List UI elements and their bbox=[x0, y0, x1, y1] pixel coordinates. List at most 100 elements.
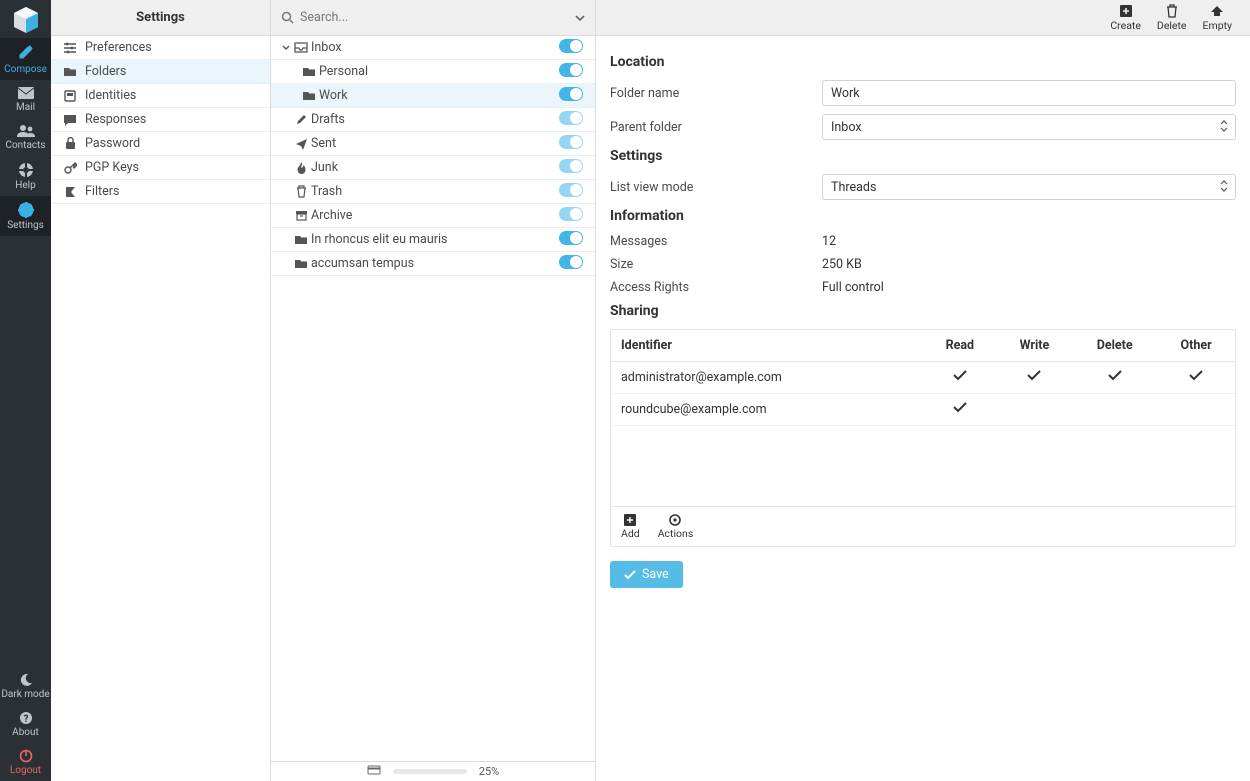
view-mode-select[interactable]: Threads bbox=[822, 174, 1236, 200]
settings-item-icon bbox=[61, 161, 79, 174]
information-heading: Information bbox=[610, 208, 1236, 224]
folder-name-input[interactable] bbox=[822, 80, 1236, 106]
empty-folder-button[interactable]: Empty bbox=[1203, 3, 1232, 32]
settings-item-responses[interactable]: Responses bbox=[51, 108, 270, 132]
search-options-toggle[interactable] bbox=[575, 14, 585, 22]
folder-subscribe-toggle[interactable] bbox=[559, 63, 585, 81]
fire-icon bbox=[291, 161, 311, 174]
perm-delete bbox=[1072, 362, 1157, 394]
sharing-row[interactable]: roundcube@example.com bbox=[611, 394, 1235, 426]
col-other: Other bbox=[1157, 330, 1235, 362]
messages-value: 12 bbox=[822, 234, 1236, 249]
parent-folder-select[interactable]: Inbox bbox=[822, 114, 1236, 140]
messages-label: Messages bbox=[610, 234, 822, 249]
folder-item[interactable]: Sent bbox=[271, 132, 595, 156]
task-contacts-label: Contacts bbox=[5, 140, 45, 151]
perm-other bbox=[1157, 394, 1235, 426]
size-label: Size bbox=[610, 257, 822, 272]
sharing-identifier: roundcube@example.com bbox=[611, 394, 923, 426]
folder-subscribe-toggle[interactable] bbox=[559, 111, 585, 129]
sharing-row[interactable]: administrator@example.com bbox=[611, 362, 1235, 394]
task-menu: Compose Mail Contacts Help Settings Dark… bbox=[0, 0, 51, 781]
task-help[interactable]: Help bbox=[0, 156, 51, 196]
settings-item-pgp-keys[interactable]: PGP Keys bbox=[51, 156, 270, 180]
folder-subscribe-toggle[interactable] bbox=[559, 255, 585, 273]
folder-subscribe-toggle[interactable] bbox=[559, 231, 585, 249]
folder-name: Junk bbox=[311, 160, 559, 175]
folder-item[interactable]: Work bbox=[271, 84, 595, 108]
settings-item-identities[interactable]: Identities bbox=[51, 84, 270, 108]
quota-bar bbox=[393, 769, 467, 774]
empty-icon bbox=[1210, 3, 1224, 19]
folder-expand-toggle[interactable] bbox=[281, 44, 291, 52]
perm-other bbox=[1157, 362, 1235, 394]
folder-name: Sent bbox=[311, 136, 559, 151]
folder-subscribe-toggle[interactable] bbox=[559, 39, 585, 57]
delete-folder-button[interactable]: Delete bbox=[1157, 3, 1187, 32]
settings-item-label: Identities bbox=[85, 88, 136, 103]
folder-icon bbox=[299, 66, 319, 77]
folder-detail: Create Delete Empty Location Folder name… bbox=[596, 0, 1250, 781]
save-button[interactable]: Save bbox=[610, 561, 683, 588]
folder-search-input[interactable] bbox=[300, 10, 575, 25]
settings-item-filters[interactable]: Filters bbox=[51, 180, 270, 204]
folder-item[interactable]: Trash bbox=[271, 180, 595, 204]
folder-item[interactable]: In rhoncus elit eu mauris bbox=[271, 228, 595, 252]
task-settings[interactable]: Settings bbox=[0, 196, 51, 236]
settings-item-password[interactable]: Password bbox=[51, 132, 270, 156]
svg-text:?: ? bbox=[23, 714, 28, 725]
task-mail[interactable]: Mail bbox=[0, 80, 51, 118]
archive-icon bbox=[291, 210, 311, 221]
folder-icon bbox=[299, 90, 319, 101]
gear-icon bbox=[669, 513, 681, 527]
location-heading: Location bbox=[610, 54, 1236, 70]
folder-item[interactable]: Junk bbox=[271, 156, 595, 180]
col-write: Write bbox=[997, 330, 1073, 362]
settings-item-icon bbox=[61, 114, 79, 126]
perm-write bbox=[997, 394, 1073, 426]
folder-subscribe-toggle[interactable] bbox=[559, 135, 585, 153]
create-folder-button[interactable]: Create bbox=[1110, 3, 1141, 32]
plus-icon bbox=[624, 513, 636, 527]
size-value: 250 KB bbox=[822, 257, 1236, 272]
settings-item-label: Filters bbox=[85, 184, 119, 199]
folder-name: accumsan tempus bbox=[311, 256, 559, 271]
task-logout[interactable]: Logout bbox=[0, 743, 51, 781]
task-darkmode[interactable]: Dark mode bbox=[0, 667, 51, 705]
settings-item-preferences[interactable]: Preferences bbox=[51, 36, 270, 60]
rights-value: Full control bbox=[822, 280, 1236, 295]
settings-heading: Settings bbox=[610, 148, 1236, 164]
perm-write bbox=[997, 362, 1073, 394]
task-compose[interactable]: Compose bbox=[0, 38, 51, 80]
perm-read bbox=[923, 394, 997, 426]
pencil-icon bbox=[291, 114, 311, 126]
folder-item[interactable]: Inbox bbox=[271, 36, 595, 60]
folder-list: InboxPersonalWork Drafts Sent Junk TrashArch… bbox=[271, 36, 595, 761]
settings-item-label: Password bbox=[85, 136, 140, 151]
folder-item[interactable]: Personal bbox=[271, 60, 595, 84]
settings-item-label: PGP Keys bbox=[85, 160, 139, 175]
folder-subscribe-toggle[interactable] bbox=[559, 183, 585, 201]
col-delete: Delete bbox=[1072, 330, 1157, 362]
col-identifier: Identifier bbox=[611, 330, 923, 362]
quota-footer: 25% bbox=[271, 761, 595, 781]
folder-subscribe-toggle[interactable] bbox=[559, 159, 585, 177]
folder-item[interactable]: Archive bbox=[271, 204, 595, 228]
task-contacts[interactable]: Contacts bbox=[0, 118, 51, 156]
task-about[interactable]: ? About bbox=[0, 705, 51, 743]
sharing-heading: Sharing bbox=[610, 303, 1236, 319]
folder-subscribe-toggle[interactable] bbox=[559, 87, 585, 105]
folder-item[interactable]: accumsan tempus bbox=[271, 252, 595, 276]
sharing-add-button[interactable]: Add bbox=[621, 513, 640, 540]
settings-item-folders[interactable]: Folders bbox=[51, 60, 270, 84]
search-icon bbox=[281, 11, 294, 24]
inbox-icon bbox=[291, 42, 311, 53]
perm-delete bbox=[1072, 394, 1157, 426]
plus-icon bbox=[1119, 3, 1133, 19]
settings-item-icon bbox=[61, 66, 79, 77]
task-darkmode-label: Dark mode bbox=[1, 689, 49, 700]
folder-subscribe-toggle[interactable] bbox=[559, 207, 585, 225]
sharing-actions-button[interactable]: Actions bbox=[658, 513, 694, 540]
folder-name: Drafts bbox=[311, 112, 559, 127]
folder-item[interactable]: Drafts bbox=[271, 108, 595, 132]
